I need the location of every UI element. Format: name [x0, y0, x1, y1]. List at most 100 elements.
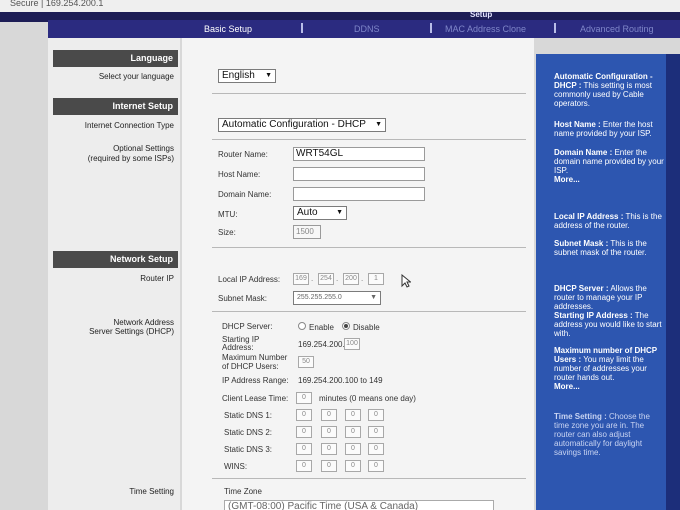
dns1-octet-3[interactable]: 0 [345, 409, 361, 421]
divider [212, 93, 526, 94]
tab-mac-address-clone[interactable]: MAC Address Clone [445, 24, 526, 34]
help-local-ip: Local IP Address : This is the address o… [554, 212, 666, 230]
starting-ip-label-2: Address: [222, 343, 254, 352]
wins-octet-2[interactable]: 0 [321, 460, 337, 472]
max-users-input[interactable]: 50 [298, 356, 314, 368]
dns1-octet-4[interactable]: 0 [368, 409, 384, 421]
dhcp-enable-radio[interactable] [298, 322, 306, 330]
dot-separator: . [336, 274, 339, 283]
max-users-label: Maximum Number [222, 353, 288, 362]
help-host-name: Host Name : Enter the host name provided… [554, 120, 666, 138]
help-title: Local IP Address : [554, 212, 624, 221]
size-label: Size: [218, 228, 236, 237]
cursor-icon [401, 273, 412, 290]
section-network-setup: Network Setup [53, 251, 178, 268]
label-time-setting: Time Setting [129, 487, 174, 496]
header-caption: Setup [470, 10, 493, 19]
lease-time-input[interactable]: 0 [296, 392, 312, 404]
help-domain-name: Domain Name : Enter the domain name prov… [554, 148, 666, 184]
ip-range-value: 169.254.200.100 to 149 [298, 376, 383, 385]
help-panel: Automatic Configuration - DHCP : This se… [536, 54, 668, 510]
help-time-setting: Time Setting : Choose the time zone you … [554, 412, 666, 457]
help-dhcp-config: Automatic Configuration - DHCP : This se… [554, 72, 666, 108]
subnet-mask-value: 255.255.255.0 [297, 294, 342, 301]
time-zone-label: Time Zone [224, 487, 262, 496]
local-ip-octet-4[interactable]: 1 [368, 273, 384, 285]
dns2-octet-4[interactable]: 0 [368, 426, 384, 438]
local-ip-octet-2[interactable]: 254 [318, 273, 334, 285]
local-ip-octet-1[interactable]: 169 [293, 273, 309, 285]
divider [212, 311, 526, 312]
router-name-input[interactable]: WRT54GL [293, 147, 425, 161]
tab-basic-setup[interactable]: Basic Setup [204, 24, 252, 34]
domain-name-input[interactable] [293, 187, 425, 201]
dns3-octet-4[interactable]: 0 [368, 443, 384, 455]
divider [212, 139, 526, 140]
tab-ddns[interactable]: DDNS [354, 24, 380, 34]
wins-octet-1[interactable]: 0 [296, 460, 312, 472]
settings-form: English ▼ Automatic Configuration - DHCP ▼… [182, 38, 534, 510]
nav-separator [430, 23, 432, 33]
label-dhcp-2: Server Settings (DHCP) [89, 327, 174, 336]
static-dns-3-label: Static DNS 3: [224, 445, 273, 454]
help-panel-edge [666, 54, 680, 510]
dns1-octet-2[interactable]: 0 [321, 409, 337, 421]
connection-type-select[interactable]: Automatic Configuration - DHCP ▼ [218, 118, 386, 132]
wins-octet-3[interactable]: 0 [345, 460, 361, 472]
divider [212, 478, 526, 479]
dot-separator: . [311, 274, 314, 283]
help-more-link[interactable]: More... [554, 382, 666, 391]
size-input[interactable]: 1500 [293, 225, 321, 239]
subnet-mask-label: Subnet Mask: [218, 294, 267, 303]
wins-octet-4[interactable]: 0 [368, 460, 384, 472]
starting-ip-last-octet[interactable]: 100 [344, 338, 360, 350]
help-more-link[interactable]: More... [554, 175, 666, 184]
dns3-octet-3[interactable]: 0 [345, 443, 361, 455]
mtu-select[interactable]: Auto ▼ [293, 206, 347, 220]
language-select[interactable]: English ▼ [218, 69, 276, 83]
help-title: Host Name : [554, 120, 601, 129]
max-users-label-2: of DHCP Users: [222, 362, 279, 371]
dhcp-server-label: DHCP Server: [222, 322, 273, 331]
dhcp-disable-label: Disable [353, 323, 380, 332]
section-language: Language [53, 50, 178, 67]
tab-advanced-routing[interactable]: Advanced Routing [580, 24, 654, 34]
dns3-octet-2[interactable]: 0 [321, 443, 337, 455]
dhcp-enable-label: Enable [309, 323, 334, 332]
local-ip-label: Local IP Address: [218, 275, 281, 284]
starting-ip-prefix: 169.254.200. [298, 340, 345, 349]
label-connection-type: Internet Connection Type [84, 121, 174, 130]
static-dns-1-label: Static DNS 1: [224, 411, 273, 420]
dns2-octet-2[interactable]: 0 [321, 426, 337, 438]
chevron-down-icon: ▼ [375, 121, 382, 128]
help-dhcp-server: DHCP Server : Allows the router to manag… [554, 284, 666, 311]
dns1-octet-1[interactable]: 0 [296, 409, 312, 421]
dhcp-disable-radio[interactable] [342, 322, 350, 330]
static-dns-2-label: Static DNS 2: [224, 428, 273, 437]
subnet-mask-select[interactable]: 255.255.255.0 ▼ [293, 291, 381, 305]
router-name-label: Router Name: [218, 150, 268, 159]
nav-separator [301, 23, 303, 33]
dns2-octet-1[interactable]: 0 [296, 426, 312, 438]
time-zone-select[interactable]: (GMT-08:00) Pacific Time (USA & Canada) [224, 500, 494, 510]
dns2-octet-3[interactable]: 0 [345, 426, 361, 438]
label-router-ip: Router IP [140, 274, 174, 283]
help-title: Domain Name : [554, 148, 613, 157]
dns3-octet-1[interactable]: 0 [296, 443, 312, 455]
connection-type-value: Automatic Configuration - DHCP [222, 119, 366, 130]
divider [212, 247, 526, 248]
help-starting-ip: Starting IP Address : The address you wo… [554, 311, 666, 338]
label-select-language: Select your language [98, 72, 174, 81]
host-name-input[interactable] [293, 167, 425, 181]
domain-name-label: Domain Name: [218, 190, 272, 199]
browser-address-bar[interactable]: Secure | 169.254.200.1 [0, 0, 680, 12]
wins-label: WINS: [224, 462, 248, 471]
help-subnet-mask: Subnet Mask : This is the subnet mask of… [554, 239, 666, 257]
section-internet-setup: Internet Setup [53, 98, 178, 115]
local-ip-octet-3[interactable]: 200 [343, 273, 359, 285]
chevron-down-icon: ▼ [265, 72, 272, 79]
host-name-label: Host Name: [218, 170, 261, 179]
chevron-down-icon: ▼ [370, 294, 377, 301]
help-title: Starting IP Address : [554, 311, 633, 320]
label-optional-settings-sub: (required by some ISPs) [87, 154, 174, 163]
